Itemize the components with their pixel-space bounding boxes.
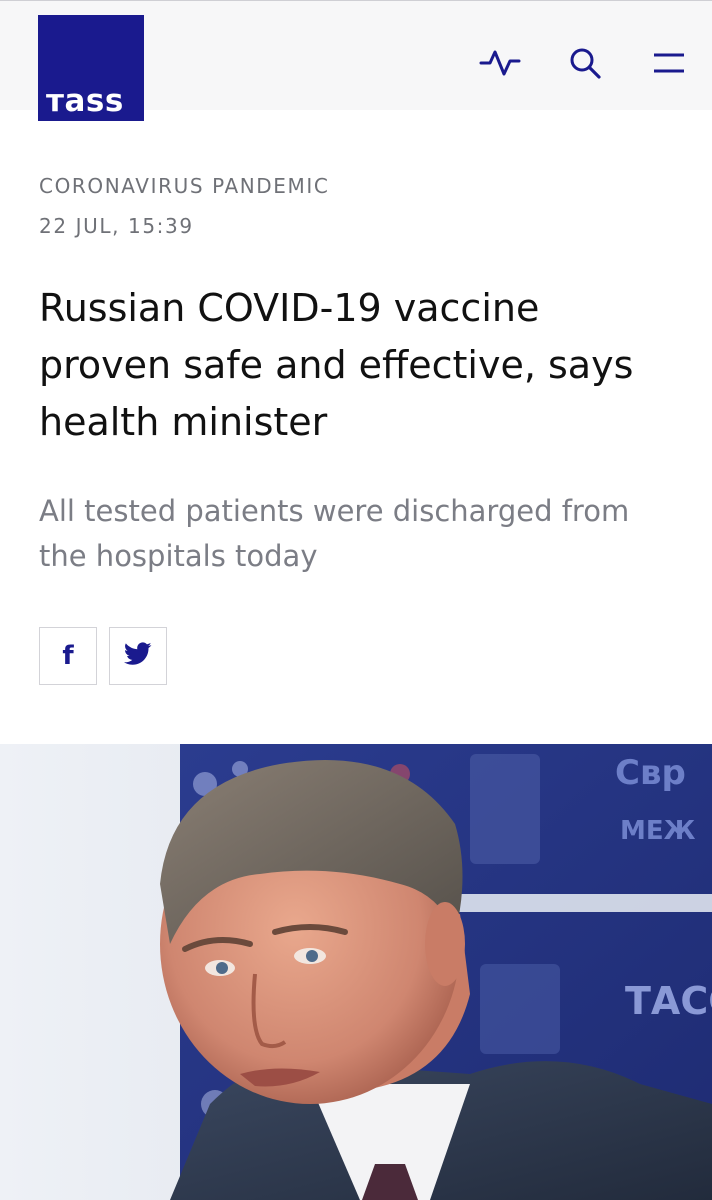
search-icon[interactable] [563, 41, 607, 85]
menu-icon[interactable] [647, 41, 691, 85]
article-lead: All tested patients were discharged from… [39, 494, 630, 573]
twitter-bird-icon [123, 642, 152, 670]
bg-text-2: МЕЖ [620, 816, 696, 846]
article-date: 22 JUL, 15:39 [39, 214, 194, 238]
twitter-share-button[interactable] [109, 627, 167, 685]
article-page: тass CORONAVIRUS PANDEMIC 22 JUL, 15:39 … [0, 0, 712, 1200]
bg-text-1: Cвp [615, 753, 686, 793]
facebook-share-button[interactable]: f [39, 627, 97, 685]
facebook-icon: f [62, 641, 74, 671]
article-rubric[interactable]: CORONAVIRUS PANDEMIC [39, 174, 329, 198]
bg-text-3: ТАСС [625, 979, 712, 1023]
pulse-icon[interactable] [478, 41, 522, 85]
article-headline: Russian COVID-19 vaccine proven safe and… [39, 286, 634, 444]
logo-text: тass [46, 83, 124, 119]
tass-logo[interactable]: тass [38, 15, 144, 121]
portrait-illustration: Cвp МЕЖ ТАСС [0, 744, 712, 1200]
article-photo: Cвp МЕЖ ТАСС [0, 744, 712, 1200]
